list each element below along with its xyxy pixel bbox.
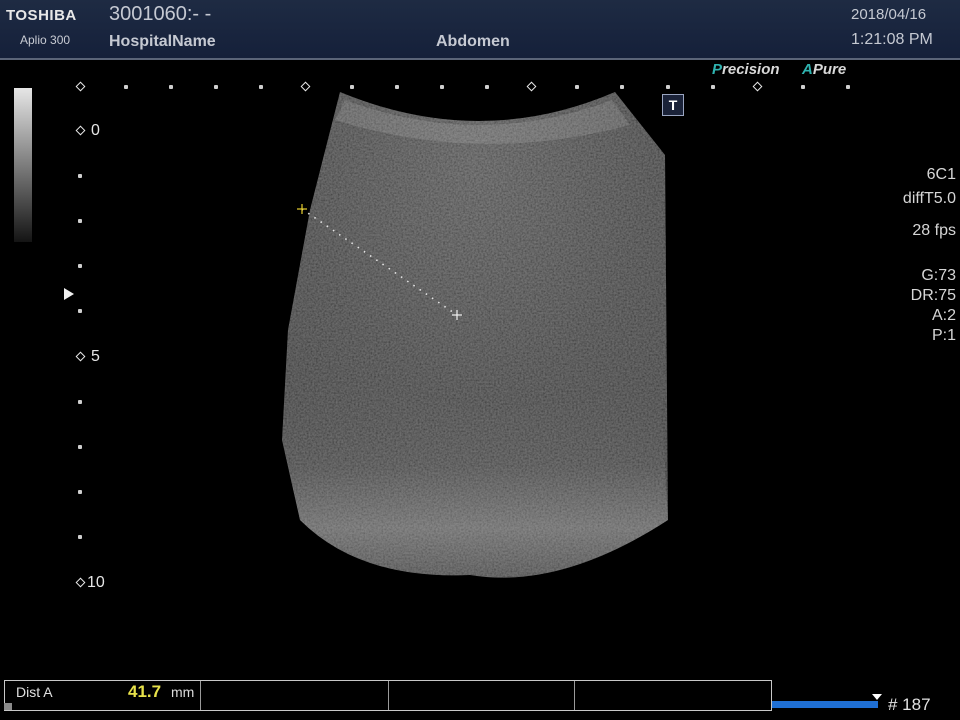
caliper-start-icon: [297, 204, 307, 214]
scale-dot: [124, 85, 128, 89]
precision-logo: Precision: [712, 61, 780, 78]
depth-dot: [78, 535, 82, 539]
scale-dot: [846, 85, 850, 89]
measurement-cell: [389, 681, 576, 710]
scale-dot: [711, 85, 715, 89]
depth-dot: [78, 309, 82, 313]
measurement-cell: [201, 681, 389, 710]
depth-label-5: 5: [91, 348, 100, 365]
scale-dot: [666, 85, 670, 89]
scale-dot: [169, 85, 173, 89]
depth-dot: [78, 400, 82, 404]
depth-dot: [78, 445, 82, 449]
measurement-cell: [575, 681, 771, 710]
depth-dot: [78, 219, 82, 223]
frame-rate: 28 fps: [912, 222, 956, 239]
depth-label-0: 0: [91, 122, 100, 139]
caliper-measurement: [297, 204, 462, 320]
focus-marker-icon[interactable]: [64, 288, 74, 300]
measurement-unit: mm: [171, 684, 195, 700]
scale-dot: [395, 85, 399, 89]
transducer-orientation-icon[interactable]: T: [662, 94, 684, 116]
depth-dot: [78, 264, 82, 268]
a-value: A:2: [931, 307, 956, 324]
caliper-end-icon: [452, 310, 462, 320]
scale-dot: [801, 85, 805, 89]
scale-dot: [259, 85, 263, 89]
depth-dot: [78, 174, 82, 178]
measurement-cell: Dist A 41.7 mm: [5, 681, 201, 710]
frame-number: # 187: [888, 695, 931, 714]
measurement-table: Dist A 41.7 mm: [4, 680, 772, 711]
measurement-label: Dist A: [16, 684, 53, 700]
probe-label: 6C1: [926, 166, 956, 183]
scale-dot: [214, 85, 218, 89]
scale-dot: [620, 85, 624, 89]
corner-marker: [4, 703, 12, 710]
dynamic-range-value: DR:75: [910, 287, 956, 304]
scale-dot: [575, 85, 579, 89]
scale-dot: [350, 85, 354, 89]
depth-label-10: 10: [87, 574, 105, 591]
cine-position-marker-icon[interactable]: [872, 694, 882, 700]
measurement-value: 41.7: [128, 682, 162, 701]
scale-dot: [440, 85, 444, 89]
apure-logo: APure: [802, 61, 847, 78]
preset-label: diffT5.0: [902, 190, 956, 207]
cine-progress-bar[interactable]: [772, 701, 878, 708]
scale-dot: [485, 85, 489, 89]
gain-value: G:73: [921, 267, 956, 284]
p-value: P:1: [931, 327, 956, 344]
depth-dot: [78, 490, 82, 494]
